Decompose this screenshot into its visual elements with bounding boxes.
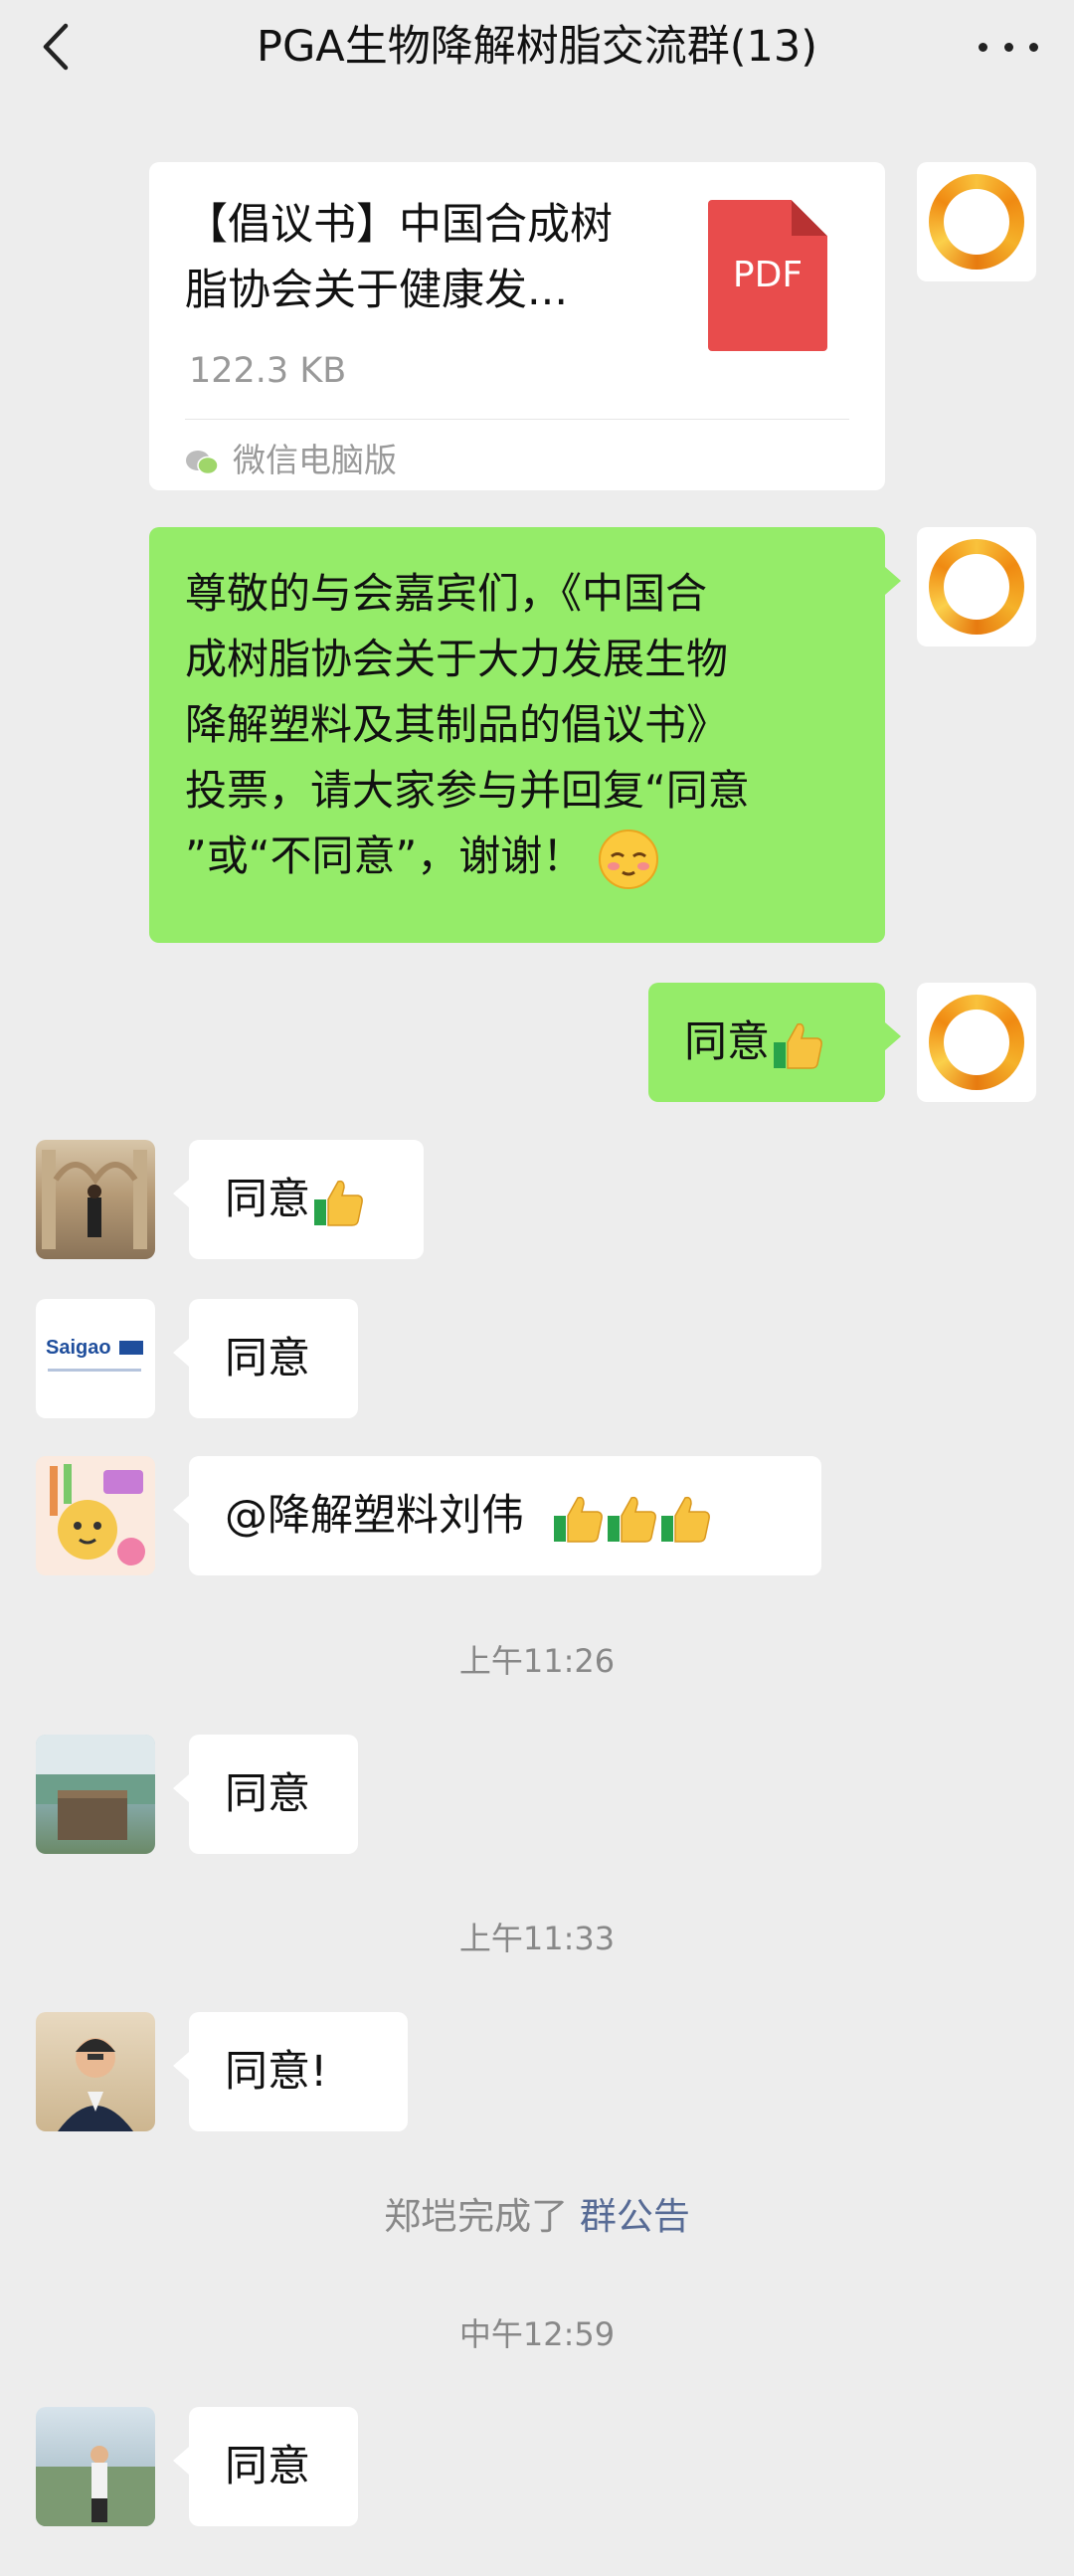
member-message[interactable]: 同意 [173, 2407, 358, 2526]
member-message[interactable]: @降解塑料刘伟 [173, 1456, 821, 1575]
my-avatar[interactable] [917, 983, 1036, 1102]
member-message[interactable]: 同意 [173, 1299, 358, 1418]
member-avatar[interactable] [36, 2012, 155, 2131]
divider [185, 419, 849, 420]
member-avatar[interactable]: Saigao [36, 1299, 155, 1418]
file-source: 微信电脑版 [185, 431, 397, 490]
chevron-left-icon [43, 23, 69, 71]
pdf-file-icon: PDF [708, 200, 827, 351]
notice-text: 郑垲完成了 [384, 2195, 580, 2238]
proposal-line: 成树脂协会关于大力发展生物 [185, 635, 729, 683]
file-message[interactable]: 【倡议书】中国合成树 脂协会关于健康发... 122.3 KB PDF 微信电脑… [149, 162, 885, 490]
avatar-photo [58, 2038, 133, 2131]
logo-mark [119, 1341, 143, 1355]
agree-message[interactable]: 同意 [648, 983, 901, 1102]
group-notice-link[interactable]: 群公告 [580, 2195, 690, 2238]
avatar-photo [36, 2446, 155, 2526]
message-text: 同意 [225, 1334, 310, 1383]
back-button[interactable] [38, 22, 78, 72]
message-text: 同意 [225, 2442, 310, 2491]
cartoon-avatar [36, 1456, 155, 1575]
saigao-logo: Saigao [46, 1337, 111, 1359]
proposal-message[interactable]: 尊敬的与会嘉宾们，《中国合 成树脂协会关于大力发展生物 降解塑料及其制品的倡议书… [149, 527, 901, 943]
group-notice: 郑垲完成了 群公告 [0, 2186, 1074, 2240]
member-avatar[interactable] [36, 1456, 155, 1575]
proposal-line: 尊敬的与会嘉宾们，《中国合 [185, 569, 708, 618]
logo-underline [48, 1369, 141, 1372]
member-message[interactable]: 同意! [173, 2012, 408, 2131]
thumbs-up-icon [314, 1180, 363, 1226]
more-dots-icon[interactable] [979, 30, 1038, 64]
wechat-icon [186, 450, 219, 474]
shy-smile-emoji-icon [598, 828, 658, 889]
member-message[interactable]: 同意 [173, 1735, 358, 1854]
proposal-line: ”或“不同意”，谢谢！ [185, 824, 750, 890]
avatar-photo [42, 1150, 147, 1249]
avatar-photo [36, 1735, 155, 1840]
message-text: 同意 [225, 1769, 310, 1819]
my-avatar[interactable] [917, 527, 1036, 646]
chat-header: PGA生物降解树脂交流群(13) [0, 0, 1074, 94]
thumbs-up-icon [553, 1496, 603, 1543]
message-text: 同意 [684, 1017, 770, 1067]
timestamp: 上午11:33 [458, 1920, 616, 1957]
timestamp: 中午12:59 [458, 2315, 616, 2353]
file-name: 【倡议书】中国合成树 脂协会关于健康发... [185, 200, 613, 315]
my-avatar[interactable] [917, 162, 1036, 281]
file-size: 122.3 KB [189, 351, 347, 391]
chat-title: PGA生物降解树脂交流群(13) [257, 22, 817, 72]
member-avatar[interactable] [36, 2407, 155, 2526]
timestamp: 上午11:26 [458, 1642, 616, 1680]
thumbs-up-icon [660, 1496, 710, 1543]
proposal-line: 降解塑料及其制品的倡议书》 [185, 700, 729, 749]
thumbs-up-icon [774, 1022, 822, 1069]
member-avatar[interactable] [36, 1140, 155, 1259]
mention-text: @降解塑料刘伟 [225, 1491, 524, 1541]
proposal-line: 投票，请大家参与并回复“同意 [185, 766, 750, 815]
message-text: 同意! [225, 2047, 328, 2097]
member-avatar[interactable] [36, 1735, 155, 1854]
member-message[interactable]: 同意 [173, 1140, 424, 1259]
message-text: 同意 [225, 1175, 310, 1224]
thumbs-up-icon [607, 1496, 656, 1543]
